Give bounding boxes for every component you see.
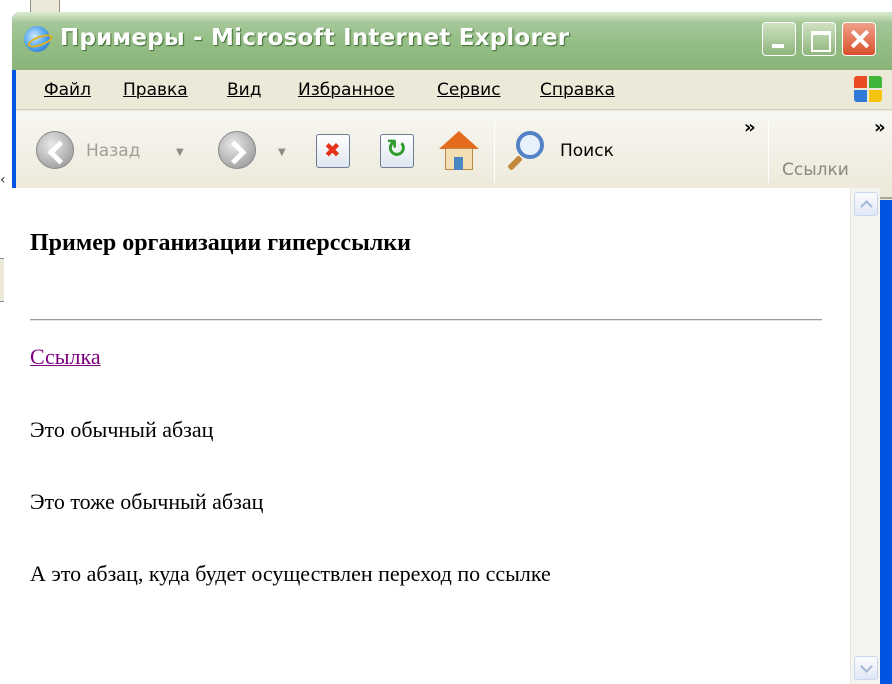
vertical-scrollbar[interactable] [850,188,880,684]
windows-flag-icon [854,76,884,104]
menu-help[interactable]: Справка [540,80,615,100]
menu-favorites[interactable]: Избранное [298,80,395,100]
search-button[interactable]: Поиск [507,131,640,173]
page-content: Пример организации гиперссылки Ссылка Эт… [4,188,880,684]
paragraph: Это обычный абзац [30,417,214,442]
menu-bar: Файл Правка Вид Избранное Сервис Справка [16,70,892,110]
maximize-button[interactable] [802,22,836,56]
forward-icon [218,131,256,169]
home-icon[interactable] [437,131,481,171]
menu-file[interactable]: Файл [44,80,91,100]
stop-icon[interactable] [316,134,350,168]
title-bar[interactable]: Примеры - Microsoft Internet Explorer [12,12,892,70]
minimize-button[interactable] [762,22,796,56]
back-icon [36,131,74,169]
search-icon [507,131,548,171]
page-heading: Пример организации гиперссылки [30,230,411,256]
horizontal-rule [30,319,822,321]
search-label: Поиск [560,141,614,161]
scroll-up-icon[interactable] [854,192,878,216]
ie-icon[interactable] [24,26,50,52]
scroll-down-icon[interactable] [854,656,878,680]
forward-dropdown-arrow-icon[interactable]: ▼ [278,147,286,158]
close-button[interactable] [842,22,876,56]
browser-chrome: Файл Правка Вид Избранное Сервис Справка… [16,70,892,200]
links-more-chevron-icon[interactable]: » [874,117,886,138]
window-title: Примеры - Microsoft Internet Explorer [60,25,570,51]
refresh-icon[interactable] [380,134,414,168]
toolbar-more-chevron-icon[interactable]: » [744,117,756,138]
paragraph: А это абзац, куда будет осуществлен пере… [30,561,551,586]
menu-tools[interactable]: Сервис [437,80,501,100]
background-chevron-icon: ‹ [0,172,6,188]
menu-edit[interactable]: Правка [123,80,188,100]
links-label[interactable]: Ссылки [782,160,849,180]
menu-view[interactable]: Вид [227,80,261,100]
paragraph: Это тоже обычный абзац [30,489,264,514]
toolbar-separator [768,121,769,183]
hyperlink[interactable]: Ссылка [30,344,101,370]
toolbar-separator [494,121,495,183]
toolbar: Назад ▼ ▼ Поиск » Ссылки » [16,111,892,199]
back-dropdown-arrow-icon[interactable]: ▼ [176,147,184,158]
back-label: Назад [86,141,141,161]
